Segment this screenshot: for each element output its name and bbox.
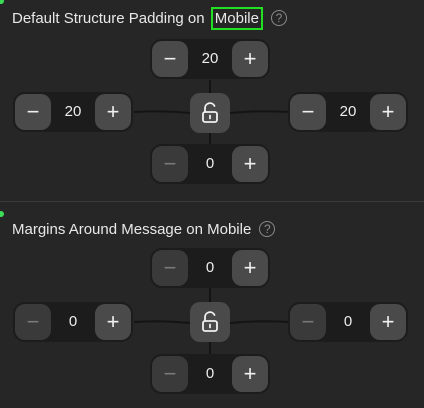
margin-bottom-value[interactable]: 0 xyxy=(190,354,230,394)
padding-bottom-value[interactable]: 0 xyxy=(190,144,230,184)
unlock-icon xyxy=(202,102,218,123)
unlock-icon xyxy=(202,311,218,332)
margin-right-increment-button[interactable]: + xyxy=(370,304,406,340)
padding-right-decrement-button[interactable]: − xyxy=(290,94,326,130)
padding-left-value[interactable]: 20 xyxy=(53,92,93,132)
padding-left-stepper: − 20 + xyxy=(13,92,133,132)
margin-left-decrement-button[interactable]: − xyxy=(15,304,51,340)
margin-top-value[interactable]: 0 xyxy=(190,248,230,288)
padding-top-decrement-button[interactable]: − xyxy=(152,41,188,77)
padding-top-stepper: − 20 + xyxy=(150,39,270,79)
padding-bottom-stepper: − 0 + xyxy=(150,144,270,184)
padding-bottom-increment-button[interactable]: + xyxy=(232,146,268,182)
margin-bottom-stepper: − 0 + xyxy=(150,354,270,394)
margin-bottom-decrement-button[interactable]: − xyxy=(152,356,188,392)
padding-link-toggle[interactable] xyxy=(190,93,230,133)
structure-padding-section: Default Structure Padding on Mobile ? − … xyxy=(0,0,424,200)
margin-left-value[interactable]: 0 xyxy=(53,302,93,342)
margin-right-stepper: − 0 + xyxy=(288,302,408,342)
padding-right-stepper: − 20 + xyxy=(288,92,408,132)
margin-left-increment-button[interactable]: + xyxy=(95,304,131,340)
padding-left-decrement-button[interactable]: − xyxy=(15,94,51,130)
margin-top-stepper: − 0 + xyxy=(150,248,270,288)
padding-settings-panel: Default Structure Padding on Mobile ? − … xyxy=(0,0,424,408)
margin-right-value[interactable]: 0 xyxy=(328,302,368,342)
padding-right-value[interactable]: 20 xyxy=(328,92,368,132)
message-margins-section: Margins Around Message on Mobile ? − 0 +… xyxy=(0,202,424,408)
margin-left-stepper: − 0 + xyxy=(13,302,133,342)
padding-top-increment-button[interactable]: + xyxy=(232,41,268,77)
margin-bottom-increment-button[interactable]: + xyxy=(232,356,268,392)
padding-top-value[interactable]: 20 xyxy=(190,39,230,79)
padding-left-increment-button[interactable]: + xyxy=(95,94,131,130)
margin-right-decrement-button[interactable]: − xyxy=(290,304,326,340)
margin-link-toggle[interactable] xyxy=(190,302,230,342)
padding-right-increment-button[interactable]: + xyxy=(370,94,406,130)
padding-bottom-decrement-button[interactable]: − xyxy=(152,146,188,182)
margin-top-increment-button[interactable]: + xyxy=(232,250,268,286)
margin-top-decrement-button[interactable]: − xyxy=(152,250,188,286)
